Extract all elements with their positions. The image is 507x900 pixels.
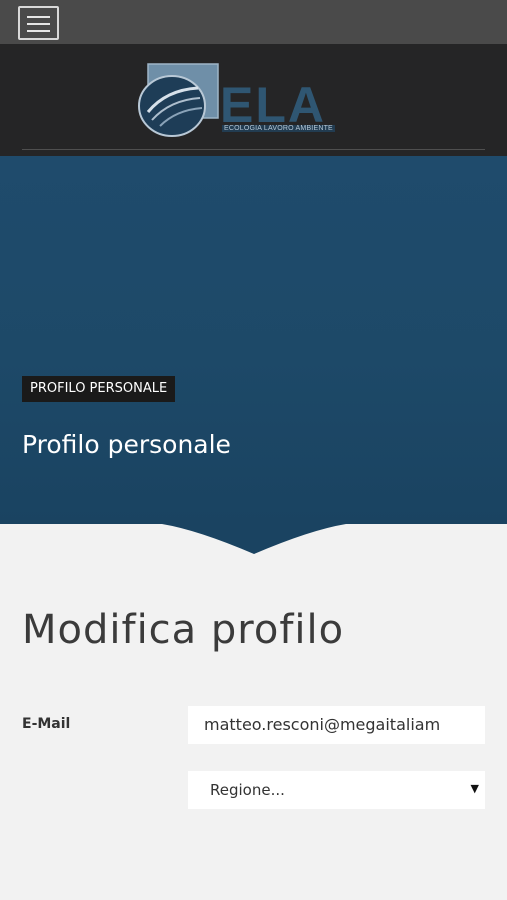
page-title: Modifica profilo [22, 607, 345, 653]
region-select[interactable]: Regione... ▼ [188, 771, 485, 809]
menu-line [27, 23, 50, 25]
region-select-value: Regione... [210, 781, 285, 799]
menu-line [27, 16, 50, 18]
logo-emblem-icon [138, 63, 219, 137]
top-bar [0, 0, 507, 44]
ela-logo[interactable]: ELA ECOLOGIA LAVORO AMBIENTE [138, 62, 370, 138]
hero-title: Profilo personale [22, 430, 231, 459]
email-field[interactable]: matteo.resconi@megaitaliam [188, 706, 485, 744]
menu-line [27, 30, 50, 32]
hero-banner [0, 156, 507, 524]
logo-text: ELA [220, 77, 326, 133]
logo-subtext: ECOLOGIA LAVORO AMBIENTE [222, 125, 335, 132]
hero-notch-divider [0, 520, 507, 554]
chevron-down-icon: ▼ [470, 782, 479, 795]
breadcrumb-badge[interactable]: PROFILO PERSONALE [22, 376, 176, 402]
hamburger-icon[interactable] [18, 6, 59, 40]
site-header: ELA ECOLOGIA LAVORO AMBIENTE [0, 44, 507, 156]
header-divider [22, 149, 485, 150]
email-label: E-Mail [22, 716, 71, 732]
